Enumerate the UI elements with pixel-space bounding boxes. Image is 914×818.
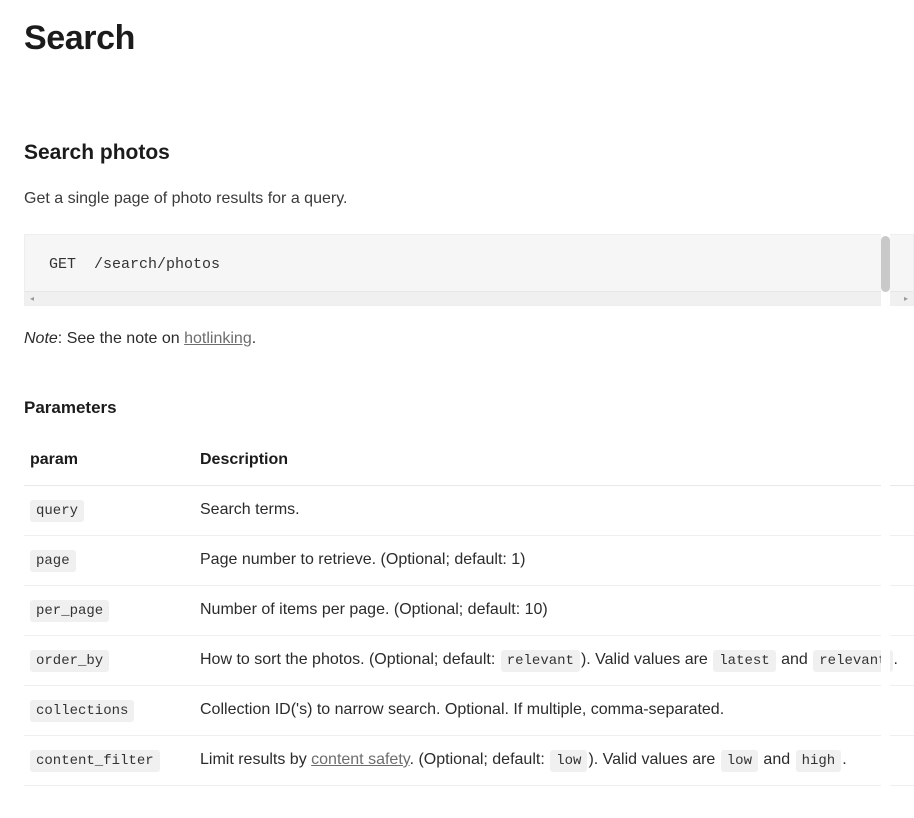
param-description-cell: How to sort the photos. (Optional; defau… — [194, 635, 914, 686]
param-name-cell: order_by — [24, 635, 194, 686]
code-horizontal-scrollbar[interactable]: ◂ ▸ — [25, 291, 913, 305]
param-code: per_page — [30, 600, 110, 622]
param-code: order_by — [30, 650, 110, 672]
param-description-cell: Number of items per page. (Optional; def… — [194, 585, 914, 636]
param-description-cell: Limit results by content safety. (Option… — [194, 735, 914, 786]
param-code: content_filter — [30, 750, 160, 772]
param-code: page — [30, 550, 76, 572]
page-title: Search — [24, 19, 136, 57]
scroll-right-arrow-icon[interactable]: ▸ — [904, 294, 908, 303]
column-header-param: param — [24, 437, 194, 486]
param-code: query — [30, 500, 85, 522]
description-text: How to sort the photos. (Optional; defau… — [200, 651, 500, 668]
document-page: Search Search photos Get a single page o… — [0, 0, 914, 818]
description-text: . — [842, 751, 847, 768]
scroll-left-arrow-icon[interactable]: ◂ — [30, 294, 34, 303]
inline-code: latest — [713, 650, 776, 672]
table-row: content_filter Limit results by content s… — [24, 735, 914, 786]
description-text: ). Valid values are — [580, 651, 713, 668]
param-name-cell: collections — [24, 685, 194, 736]
hotlinking-link[interactable]: hotlinking — [184, 330, 252, 347]
inline-code: relevant — [500, 650, 580, 672]
section-intro-text: Get a single page of photo results for a… — [24, 190, 348, 207]
page-vertical-scrollbar[interactable] — [881, 0, 890, 818]
section-title: Search photos — [24, 141, 170, 164]
endpoint-code-block: GET /search/photos ◂ ▸ — [24, 234, 914, 306]
table-row: per_page Number of items per page. (Optio… — [24, 585, 914, 636]
table-row: page Page number to retrieve. (Optional; … — [24, 535, 914, 586]
table-row: query Search terms. — [24, 485, 914, 536]
table-head: param Description — [24, 437, 914, 486]
description-text: and — [758, 751, 795, 768]
param-name-cell: page — [24, 535, 194, 586]
table-body: query Search terms. page Page number to ret… — [24, 485, 914, 786]
param-name-cell: per_page — [24, 585, 194, 636]
table-row: order_by How to sort the photos. (Optiona… — [24, 635, 914, 686]
param-code: collections — [30, 700, 135, 722]
inline-code: low — [550, 750, 588, 772]
param-description-cell: Search terms. — [194, 485, 914, 536]
content-safety-link[interactable]: content safety — [311, 751, 409, 768]
endpoint-method: GET — [49, 256, 77, 273]
column-header-description: Description — [194, 437, 914, 486]
page-scrollbar-thumb[interactable] — [881, 236, 890, 292]
description-text: ). Valid values are — [588, 751, 720, 768]
inline-code: low — [720, 750, 758, 772]
description-text: Collection ID('s) to narrow search. Opti… — [200, 701, 725, 718]
note-text-after: . — [251, 330, 257, 347]
param-name-cell: query — [24, 485, 194, 536]
inline-code: high — [795, 750, 842, 772]
param-description-cell: Page number to retrieve. (Optional; defa… — [194, 535, 914, 586]
note-label: Note — [24, 330, 58, 347]
parameters-table: param Description query Search terms. page… — [24, 437, 914, 786]
note-text-before: : See the note on — [57, 330, 185, 347]
param-description-cell: Collection ID('s) to narrow search. Opti… — [194, 685, 914, 736]
description-text: . (Optional; default: — [409, 751, 550, 768]
description-text: Limit results by — [200, 751, 312, 768]
table-row: collections Collection ID('s) to narrow s… — [24, 685, 914, 736]
description-text: Number of items per page. (Optional; def… — [200, 601, 548, 618]
description-text: Search terms. — [200, 501, 300, 518]
param-name-cell: content_filter — [24, 735, 194, 786]
endpoint-path: /search/photos — [94, 256, 221, 273]
parameters-title: Parameters — [24, 398, 117, 417]
description-text: Page number to retrieve. (Optional; defa… — [200, 551, 526, 568]
note-line: Note: See the note on hotlinking. — [24, 328, 890, 350]
table-header-row: param Description — [24, 437, 914, 486]
description-text: and — [776, 651, 813, 668]
endpoint-code-line: GET /search/photos — [25, 235, 913, 275]
description-text: . — [893, 651, 898, 668]
